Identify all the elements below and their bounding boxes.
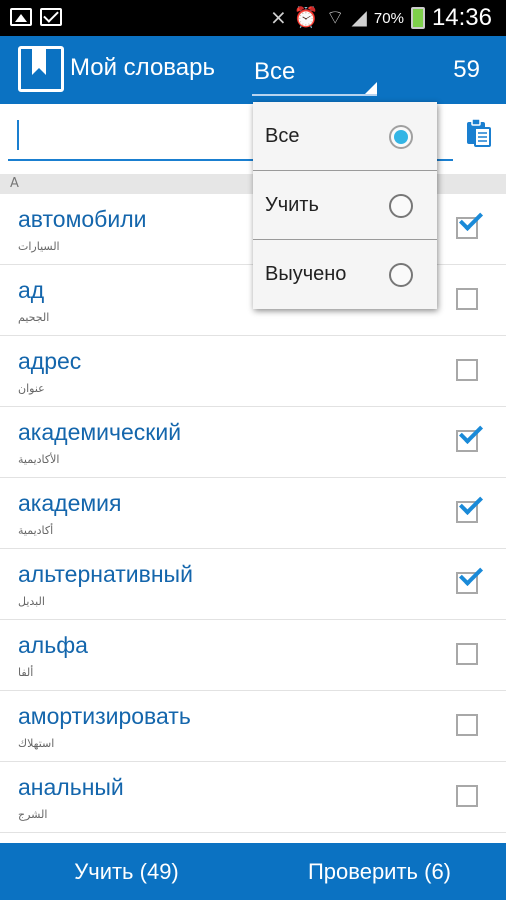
spinner-triangle-icon	[365, 82, 377, 94]
translation-text: الجحيم	[18, 311, 50, 324]
dropdown-option[interactable]: Все	[253, 102, 437, 171]
word-text: анальный	[18, 774, 124, 800]
filter-spinner[interactable]: Все	[252, 44, 377, 96]
radio-button[interactable]	[389, 263, 413, 287]
learned-checkbox[interactable]	[456, 643, 478, 665]
translation-text: استهلاك	[18, 737, 55, 750]
list-item[interactable]: анальный الشرج	[0, 762, 506, 833]
translation-text: أكاديمية	[18, 524, 54, 537]
translation-text: ألفا	[18, 666, 34, 679]
word-text: альтернативный	[18, 561, 193, 587]
battery-percent: 70%	[373, 9, 404, 27]
word-text: академия	[18, 490, 122, 516]
translation-text: الشرج	[18, 808, 48, 821]
list-item[interactable]: альтернативный البديل	[0, 549, 506, 620]
word-text: адрес	[18, 348, 82, 374]
check-button[interactable]: Проверить (6)	[253, 843, 506, 900]
learned-checkbox[interactable]	[456, 490, 484, 523]
list-item[interactable]: альфа ألفا	[0, 620, 506, 691]
signal-icon: ◢	[351, 7, 367, 29]
app-title: Мой словарь	[70, 54, 215, 81]
clipboard-paste-icon[interactable]	[466, 118, 492, 148]
checkmark-icon	[458, 490, 484, 516]
word-count: 59	[453, 56, 480, 83]
learned-checkbox[interactable]	[456, 359, 478, 381]
translation-text: البديل	[18, 595, 45, 608]
text-cursor	[17, 120, 19, 150]
list-item[interactable]: амортизировать استهلاك	[0, 691, 506, 762]
word-text: автомобили	[18, 206, 147, 232]
alarm-icon: ⏰	[293, 7, 319, 29]
word-text: амортизировать	[18, 703, 191, 729]
status-bar: ⨯ ⏰ ⌔ ◢ 70% 14:36	[0, 0, 506, 36]
learned-checkbox[interactable]	[456, 206, 484, 239]
bottom-bar: Учить (49) Проверить (6)	[0, 843, 506, 900]
radio-button[interactable]	[389, 125, 413, 149]
learned-checkbox[interactable]	[456, 288, 478, 310]
clock: 14:36	[431, 4, 492, 31]
learned-checkbox[interactable]	[456, 561, 484, 594]
checkmark-icon	[458, 419, 484, 445]
mute-icon: ⨯	[270, 7, 287, 29]
mail-icon	[40, 8, 62, 26]
dropdown-option-label: Все	[265, 125, 300, 147]
learned-checkbox[interactable]	[456, 714, 478, 736]
dropdown-option[interactable]: Выучено	[253, 240, 437, 309]
list-item[interactable]: академия أكاديمية	[0, 478, 506, 549]
list-item[interactable]: академический الأكاديمية	[0, 407, 506, 478]
bookmark-book-icon[interactable]	[18, 46, 64, 92]
list-item[interactable]: адрес عنوان	[0, 336, 506, 407]
action-bar: Мой словарь Все 59	[0, 36, 506, 104]
dropdown-option-label: Выучено	[265, 263, 347, 285]
learned-checkbox[interactable]	[456, 785, 478, 807]
word-text: академический	[18, 419, 182, 445]
word-text: альфа	[18, 632, 88, 658]
learn-button[interactable]: Учить (49)	[0, 843, 253, 900]
checkmark-icon	[458, 561, 484, 587]
gallery-icon	[10, 8, 32, 26]
translation-text: الأكاديمية	[18, 453, 60, 466]
filter-dropdown: Все Учить Выучено	[253, 102, 437, 309]
dropdown-option-label: Учить	[265, 194, 319, 216]
learned-checkbox[interactable]	[456, 419, 484, 452]
checkmark-icon	[458, 206, 484, 232]
translation-text: السيارات	[18, 240, 60, 253]
filter-selected-label: Все	[254, 58, 296, 85]
translation-text: عنوان	[18, 382, 45, 395]
word-text: ад	[18, 277, 45, 303]
dropdown-option[interactable]: Учить	[253, 171, 437, 240]
radio-button[interactable]	[389, 194, 413, 218]
battery-icon	[410, 7, 425, 29]
wifi-icon: ⌔	[325, 7, 345, 29]
